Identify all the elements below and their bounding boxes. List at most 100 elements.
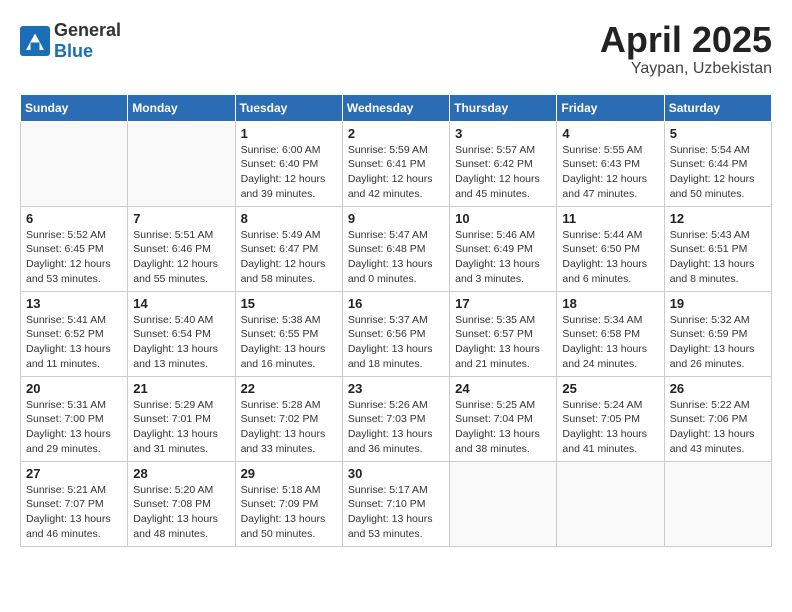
day-detail: Sunrise: 5:32 AM Sunset: 6:59 PM Dayligh…: [670, 313, 766, 372]
day-number: 18: [562, 296, 658, 311]
logo-general: General: [54, 20, 121, 41]
calendar-cell: 22 Sunrise: 5:28 AM Sunset: 7:02 PM Dayli…: [235, 376, 342, 461]
calendar-cell: 6 Sunrise: 5:52 AM Sunset: 6:45 PM Daylig…: [21, 206, 128, 291]
weekday-header-thursday: Thursday: [450, 94, 557, 121]
day-number: 27: [26, 466, 122, 481]
day-detail: Sunrise: 5:34 AM Sunset: 6:58 PM Dayligh…: [562, 313, 658, 372]
calendar-cell: 15Sunrise: 5:38 AM Sunset: 6:55 PM Dayli…: [235, 291, 342, 376]
calendar-cell: 18 Sunrise: 5:34 AM Sunset: 6:58 PM Dayli…: [557, 291, 664, 376]
day-number: 13: [26, 296, 122, 311]
calendar-cell: [128, 121, 235, 206]
day-detail: Sunrise: 5:57 AM Sunset: 6:42 PM Dayligh…: [455, 143, 551, 202]
day-detail: Sunrise: 5:44 AM Sunset: 6:50 PM Dayligh…: [562, 228, 658, 287]
day-number: 11: [562, 211, 658, 226]
weekday-header-monday: Monday: [128, 94, 235, 121]
weekday-header-friday: Friday: [557, 94, 664, 121]
calendar-cell: 19 Sunrise: 5:32 AM Sunset: 6:59 PM Dayli…: [664, 291, 771, 376]
day-detail: Sunrise: 5:26 AM Sunset: 7:03 PM Dayligh…: [348, 398, 444, 457]
calendar-cell: 20 Sunrise: 5:31 AM Sunset: 7:00 PM Dayli…: [21, 376, 128, 461]
weekday-header-saturday: Saturday: [664, 94, 771, 121]
day-detail: Sunrise: 5:18 AM Sunset: 7:09 PM Dayligh…: [241, 483, 337, 542]
day-number: 22: [241, 381, 337, 396]
day-number: 20: [26, 381, 122, 396]
logo: General Blue: [20, 20, 121, 62]
calendar-cell: 24 Sunrise: 5:25 AM Sunset: 7:04 PM Dayli…: [450, 376, 557, 461]
day-number: 23: [348, 381, 444, 396]
calendar-cell: 3 Sunrise: 5:57 AM Sunset: 6:42 PM Daylig…: [450, 121, 557, 206]
calendar-cell: 13Sunrise: 5:41 AM Sunset: 6:52 PM Dayli…: [21, 291, 128, 376]
calendar-cell: 25Sunrise: 5:24 AM Sunset: 7:05 PM Dayli…: [557, 376, 664, 461]
week-row-3: 13Sunrise: 5:41 AM Sunset: 6:52 PM Dayli…: [21, 291, 772, 376]
calendar-cell: [450, 461, 557, 546]
calendar-cell: 8 Sunrise: 5:49 AM Sunset: 6:47 PM Daylig…: [235, 206, 342, 291]
calendar-cell: 2Sunrise: 5:59 AM Sunset: 6:41 PM Daylig…: [342, 121, 449, 206]
day-detail: Sunrise: 5:22 AM Sunset: 7:06 PM Dayligh…: [670, 398, 766, 457]
day-number: 30: [348, 466, 444, 481]
day-detail: Sunrise: 5:49 AM Sunset: 6:47 PM Dayligh…: [241, 228, 337, 287]
calendar-cell: 11 Sunrise: 5:44 AM Sunset: 6:50 PM Dayli…: [557, 206, 664, 291]
calendar-cell: 17 Sunrise: 5:35 AM Sunset: 6:57 PM Dayli…: [450, 291, 557, 376]
calendar-cell: 12Sunrise: 5:43 AM Sunset: 6:51 PM Dayli…: [664, 206, 771, 291]
day-detail: Sunrise: 5:35 AM Sunset: 6:57 PM Dayligh…: [455, 313, 551, 372]
calendar-cell: 7 Sunrise: 5:51 AM Sunset: 6:46 PM Daylig…: [128, 206, 235, 291]
page-header: General Blue April 2025 Yaypan, Uzbekist…: [20, 20, 772, 78]
calendar-cell: [21, 121, 128, 206]
calendar-cell: [557, 461, 664, 546]
day-detail: Sunrise: 5:40 AM Sunset: 6:54 PM Dayligh…: [133, 313, 229, 372]
day-detail: Sunrise: 5:28 AM Sunset: 7:02 PM Dayligh…: [241, 398, 337, 457]
day-detail: Sunrise: 5:31 AM Sunset: 7:00 PM Dayligh…: [26, 398, 122, 457]
day-number: 6: [26, 211, 122, 226]
day-number: 17: [455, 296, 551, 311]
calendar-cell: 29 Sunrise: 5:18 AM Sunset: 7:09 PM Dayli…: [235, 461, 342, 546]
logo-blue: Blue: [54, 41, 121, 62]
day-detail: Sunrise: 5:55 AM Sunset: 6:43 PM Dayligh…: [562, 143, 658, 202]
day-detail: Sunrise: 5:25 AM Sunset: 7:04 PM Dayligh…: [455, 398, 551, 457]
day-number: 26: [670, 381, 766, 396]
day-number: 4: [562, 126, 658, 141]
calendar-cell: 10Sunrise: 5:46 AM Sunset: 6:49 PM Dayli…: [450, 206, 557, 291]
day-number: 15: [241, 296, 337, 311]
calendar-cell: 30Sunrise: 5:17 AM Sunset: 7:10 PM Dayli…: [342, 461, 449, 546]
day-number: 16: [348, 296, 444, 311]
day-detail: Sunrise: 5:54 AM Sunset: 6:44 PM Dayligh…: [670, 143, 766, 202]
day-number: 29: [241, 466, 337, 481]
day-detail: Sunrise: 5:21 AM Sunset: 7:07 PM Dayligh…: [26, 483, 122, 542]
day-detail: Sunrise: 5:47 AM Sunset: 6:48 PM Dayligh…: [348, 228, 444, 287]
day-number: 8: [241, 211, 337, 226]
weekday-header-sunday: Sunday: [21, 94, 128, 121]
day-number: 19: [670, 296, 766, 311]
day-number: 14: [133, 296, 229, 311]
day-number: 1: [241, 126, 337, 141]
week-row-5: 27 Sunrise: 5:21 AM Sunset: 7:07 PM Dayli…: [21, 461, 772, 546]
week-row-2: 6 Sunrise: 5:52 AM Sunset: 6:45 PM Daylig…: [21, 206, 772, 291]
calendar-cell: 26 Sunrise: 5:22 AM Sunset: 7:06 PM Dayli…: [664, 376, 771, 461]
day-detail: Sunrise: 5:37 AM Sunset: 6:56 PM Dayligh…: [348, 313, 444, 372]
day-number: 21: [133, 381, 229, 396]
day-number: 28: [133, 466, 229, 481]
weekday-header-tuesday: Tuesday: [235, 94, 342, 121]
month-title: April 2025: [600, 20, 772, 60]
calendar-cell: 27 Sunrise: 5:21 AM Sunset: 7:07 PM Dayli…: [21, 461, 128, 546]
day-detail: Sunrise: 5:59 AM Sunset: 6:41 PM Dayligh…: [348, 143, 444, 202]
day-detail: Sunrise: 5:52 AM Sunset: 6:45 PM Dayligh…: [26, 228, 122, 287]
day-number: 9: [348, 211, 444, 226]
location: Yaypan, Uzbekistan: [600, 60, 772, 78]
calendar-cell: 16 Sunrise: 5:37 AM Sunset: 6:56 PM Dayli…: [342, 291, 449, 376]
day-number: 3: [455, 126, 551, 141]
week-row-1: 1Sunrise: 6:00 AM Sunset: 6:40 PM Daylig…: [21, 121, 772, 206]
logo-text: General Blue: [54, 20, 121, 62]
title-block: April 2025 Yaypan, Uzbekistan: [600, 20, 772, 78]
calendar-cell: [664, 461, 771, 546]
weekday-header-wednesday: Wednesday: [342, 94, 449, 121]
day-number: 25: [562, 381, 658, 396]
calendar-cell: 23 Sunrise: 5:26 AM Sunset: 7:03 PM Dayli…: [342, 376, 449, 461]
day-detail: Sunrise: 5:51 AM Sunset: 6:46 PM Dayligh…: [133, 228, 229, 287]
day-number: 5: [670, 126, 766, 141]
day-detail: Sunrise: 5:46 AM Sunset: 6:49 PM Dayligh…: [455, 228, 551, 287]
day-number: 24: [455, 381, 551, 396]
calendar-cell: 9 Sunrise: 5:47 AM Sunset: 6:48 PM Daylig…: [342, 206, 449, 291]
day-detail: Sunrise: 5:43 AM Sunset: 6:51 PM Dayligh…: [670, 228, 766, 287]
calendar-cell: 1Sunrise: 6:00 AM Sunset: 6:40 PM Daylig…: [235, 121, 342, 206]
day-number: 7: [133, 211, 229, 226]
day-detail: Sunrise: 5:29 AM Sunset: 7:01 PM Dayligh…: [133, 398, 229, 457]
